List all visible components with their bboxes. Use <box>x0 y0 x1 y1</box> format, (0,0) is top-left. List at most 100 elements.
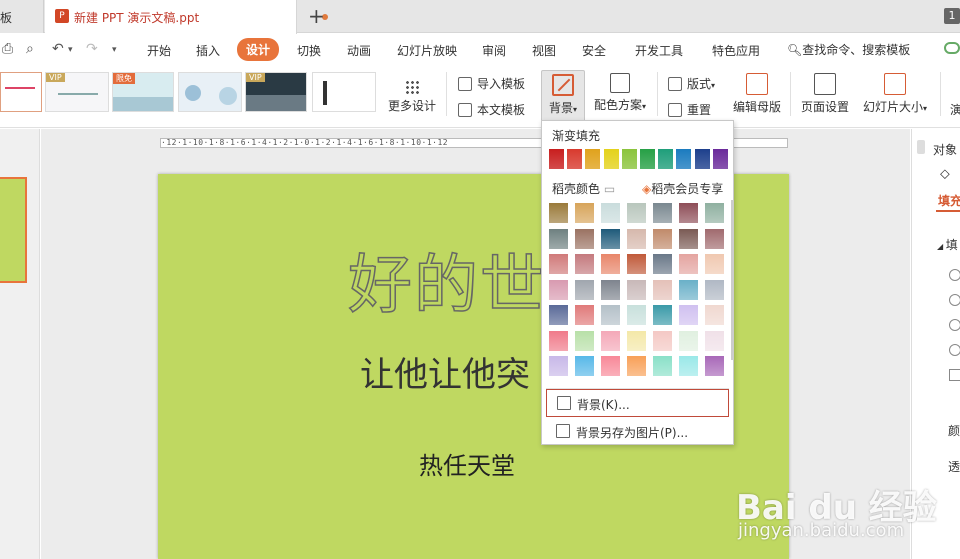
daoke-color-swatch[interactable] <box>575 254 594 274</box>
import-template-button[interactable]: 导入模板 <box>458 75 525 92</box>
page-setup-button[interactable]: 页面设置 <box>798 73 852 115</box>
daoke-color-swatch[interactable] <box>679 279 698 300</box>
daoke-color-swatch[interactable] <box>705 203 724 223</box>
daoke-color-swatch[interactable] <box>575 228 594 249</box>
gradient-swatch[interactable] <box>658 149 674 169</box>
fill-option-checkbox[interactable] <box>949 369 960 381</box>
edit-master-button[interactable]: 编辑母版 <box>730 73 784 115</box>
daoke-color-swatch[interactable] <box>575 279 594 300</box>
daoke-color-swatch[interactable] <box>653 228 672 249</box>
daoke-color-swatch[interactable] <box>653 203 672 223</box>
cloud-sync-icon[interactable] <box>944 42 960 54</box>
gradient-swatch[interactable] <box>640 149 655 169</box>
print-icon[interactable]: ⎙ <box>2 41 13 57</box>
gradient-swatch[interactable] <box>694 149 710 169</box>
panel-scroll-thumb[interactable] <box>917 140 925 154</box>
daoke-color-swatch[interactable] <box>549 279 568 300</box>
design-template-2[interactable]: VIP <box>45 72 109 112</box>
menu-review[interactable]: 审阅 <box>482 42 506 59</box>
menu-security[interactable]: 安全 <box>582 42 606 59</box>
layout-button[interactable]: 版式▾ <box>668 75 715 92</box>
slide-title[interactable]: 好的世 <box>347 234 546 326</box>
daoke-color-swatch[interactable] <box>653 356 672 376</box>
daoke-color-swatch[interactable] <box>575 330 594 351</box>
menu-view[interactable]: 视图 <box>532 42 556 59</box>
daoke-color-swatch[interactable] <box>653 330 672 351</box>
gradient-swatch[interactable] <box>621 149 637 169</box>
fill-option-radio-1[interactable] <box>949 269 960 281</box>
gradient-swatch[interactable] <box>567 149 583 169</box>
daoke-color-swatch[interactable] <box>653 279 672 300</box>
slide-subtitle-2[interactable]: 热任天堂 <box>419 446 515 481</box>
daoke-color-swatch[interactable] <box>575 203 594 223</box>
daoke-color-swatch[interactable] <box>549 305 568 325</box>
daoke-color-swatch[interactable] <box>627 356 646 376</box>
reset-button[interactable]: 重置 <box>668 101 711 118</box>
fill-bucket-icon[interactable]: ⬦ <box>940 166 950 182</box>
design-template-4[interactable] <box>178 72 242 112</box>
daoke-color-swatch[interactable] <box>549 356 568 376</box>
daoke-color-swatch[interactable] <box>679 203 698 223</box>
daoke-color-swatch[interactable] <box>627 330 646 351</box>
daoke-color-swatch[interactable] <box>653 305 672 325</box>
menu-special[interactable]: 特色应用 <box>712 42 760 59</box>
slide-thumbnail-1[interactable] <box>0 177 27 283</box>
design-template-1[interactable] <box>0 72 42 112</box>
daoke-color-swatch[interactable] <box>601 254 620 274</box>
daoke-color-swatch[interactable] <box>679 305 698 325</box>
background-button[interactable]: 背景▾ <box>541 70 585 122</box>
background-settings-item[interactable]: 背景(K)... <box>546 389 729 417</box>
daoke-color-swatch[interactable] <box>705 356 724 376</box>
text-template-button[interactable]: 本文模板 <box>458 101 525 118</box>
daoke-color-swatch[interactable] <box>653 254 672 274</box>
gradient-swatch[interactable] <box>603 149 619 169</box>
slide-subtitle[interactable]: 让他让他突 <box>360 347 530 396</box>
menu-home[interactable]: 开始 <box>147 42 171 59</box>
daoke-color-swatch[interactable] <box>549 330 568 351</box>
daoke-color-swatch[interactable] <box>627 279 646 300</box>
undo-dropdown-icon[interactable]: ▾ <box>68 45 73 55</box>
daoke-color-swatch[interactable] <box>627 305 646 325</box>
menu-developer[interactable]: 开发工具 <box>635 42 683 59</box>
dropdown-scrollbar[interactable] <box>731 200 734 360</box>
tab-active-document[interactable]: P 新建 PPT 演示文稿.ppt <box>45 0 328 34</box>
gradient-swatch[interactable] <box>585 149 601 169</box>
design-template-6[interactable] <box>312 72 376 112</box>
daoke-color-swatch[interactable] <box>679 356 698 376</box>
daoke-color-swatch[interactable] <box>705 254 724 274</box>
menu-transitions[interactable]: 切换 <box>297 42 321 59</box>
tab-previous[interactable]: 板 <box>0 0 44 33</box>
menu-design[interactable]: 设计 <box>237 38 280 61</box>
daoke-color-swatch[interactable] <box>601 228 620 249</box>
command-search[interactable]: 🔍︎查找命令、搜索模板 <box>787 41 910 58</box>
customize-dropdown-icon[interactable]: ▾ <box>112 45 117 55</box>
gradient-swatch[interactable] <box>676 149 692 169</box>
daoke-color-swatch[interactable] <box>627 254 646 274</box>
daoke-color-swatch[interactable] <box>705 330 724 351</box>
save-background-as-image-item[interactable]: 背景另存为图片(P)... <box>546 418 729 446</box>
daoke-color-swatch[interactable] <box>601 203 620 223</box>
daoke-color-swatch[interactable] <box>705 279 724 300</box>
daoke-color-swatch[interactable] <box>601 356 620 376</box>
daoke-color-swatch[interactable] <box>575 305 594 325</box>
menu-insert[interactable]: 插入 <box>196 42 220 59</box>
daoke-color-swatch[interactable] <box>627 228 646 249</box>
daoke-color-swatch[interactable] <box>679 228 698 249</box>
more-designs-button[interactable]: 更多设计 <box>387 80 437 114</box>
design-template-3[interactable]: 限免 <box>112 72 174 112</box>
daoke-color-swatch[interactable] <box>705 228 724 249</box>
daoke-color-swatch[interactable] <box>549 203 568 223</box>
daoke-color-swatch[interactable] <box>601 330 620 351</box>
color-scheme-button[interactable]: 配色方案▾ <box>590 73 650 113</box>
daoke-color-swatch[interactable] <box>627 203 646 223</box>
gradient-swatch[interactable] <box>712 149 728 169</box>
undo-icon[interactable]: ↶ <box>52 41 64 57</box>
daoke-color-swatch[interactable] <box>705 305 724 325</box>
daoke-color-swatch[interactable] <box>549 254 568 274</box>
daoke-color-swatch[interactable] <box>679 330 698 351</box>
print-preview-icon[interactable]: ⌕ <box>26 41 34 57</box>
menu-animation[interactable]: 动画 <box>347 42 371 59</box>
daoke-color-swatch[interactable] <box>575 356 594 376</box>
fill-option-radio-3[interactable] <box>949 319 960 331</box>
fill-tab[interactable]: 填充 <box>938 192 960 209</box>
